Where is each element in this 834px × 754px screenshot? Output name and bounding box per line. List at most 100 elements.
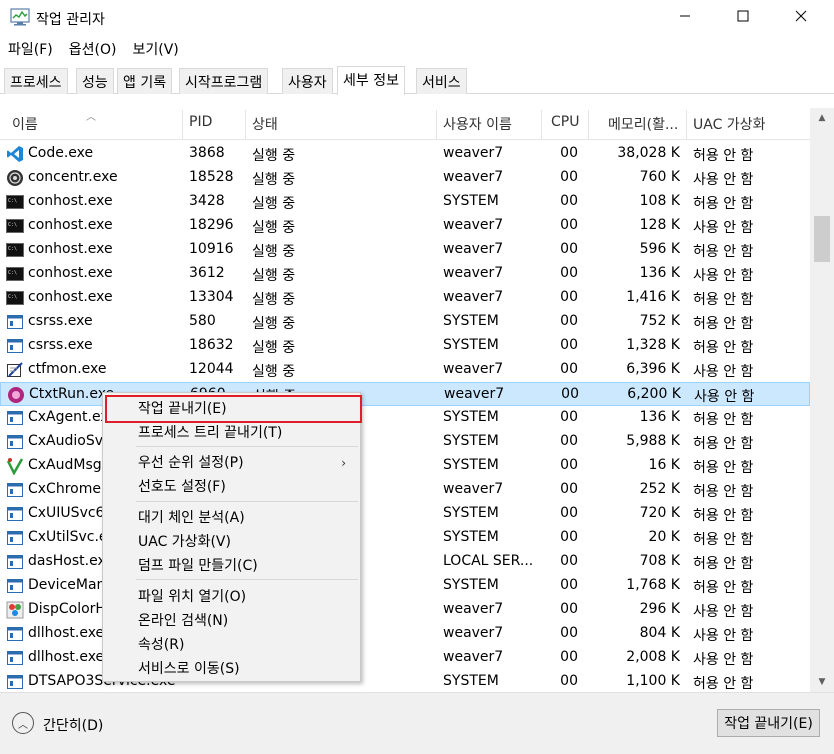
tab-startup[interactable]: 시작프로그램 — [179, 68, 269, 94]
column-divider[interactable] — [182, 110, 183, 140]
svg-text:C:\: C:\ — [8, 198, 17, 204]
column-uac[interactable]: UAC 가상화 — [693, 114, 765, 138]
cell-cpu: 00 — [560, 577, 578, 593]
table-row[interactable]: C:\ conhost.exe 3428 실행 중 SYSTEM 00 108 K 허용 안 … — [0, 190, 810, 214]
cell-cpu: 00 — [560, 289, 578, 305]
tab-app-history[interactable]: 앱 기록 — [117, 68, 173, 94]
menu-separator — [136, 501, 358, 502]
cell-memory: 1,328 K — [626, 337, 680, 353]
scroll-down-icon[interactable]: ▼ — [810, 672, 834, 692]
table-row[interactable]: concentr.exe 18528 실행 중 weaver7 00 760 K 사용 안 … — [0, 166, 810, 190]
column-pid[interactable]: PID — [189, 114, 212, 138]
table-row[interactable]: C:\ conhost.exe 10916 실행 중 weaver7 00 596 K 허용 … — [0, 238, 810, 262]
cell-user: SYSTEM — [443, 193, 499, 209]
cell-uac: 허용 안 함 — [693, 508, 754, 524]
column-divider[interactable] — [686, 110, 687, 140]
end-task-button[interactable]: 작업 끝내기(E) — [717, 709, 820, 737]
maximize-button[interactable] — [720, 0, 766, 36]
cell-memory: 6,396 K — [626, 361, 680, 377]
context-menu-label: UAC 가상화(V) — [138, 534, 231, 550]
context-menu-item[interactable]: 속성(R) — [105, 633, 358, 657]
title-bar: 작업 관리자 — [0, 0, 834, 36]
column-cpu[interactable]: CPU — [551, 114, 579, 138]
window-icon — [6, 409, 24, 427]
cell-user: SYSTEM — [443, 409, 499, 425]
column-divider[interactable] — [245, 110, 246, 140]
cell-memory: 20 K — [648, 529, 680, 545]
column-status[interactable]: 상태 — [252, 114, 278, 138]
cell-memory: 5,988 K — [626, 433, 680, 449]
menu-view[interactable]: 보기(V) — [124, 38, 186, 62]
context-menu-item[interactable]: UAC 가상화(V) — [105, 530, 358, 554]
cell-memory: 1,416 K — [626, 289, 680, 305]
minimize-button[interactable] — [662, 0, 708, 36]
context-menu-item[interactable]: 서비스로 이동(S) — [105, 657, 358, 681]
chevron-up-icon[interactable]: ︿ — [12, 712, 34, 734]
sort-ascending-icon: ︿ — [86, 112, 96, 123]
context-menu-label: 서비스로 이동(S) — [138, 661, 240, 677]
chevron-right-icon: › — [341, 456, 346, 470]
table-row[interactable]: csrss.exe 18632 실행 중 SYSTEM 00 1,328 K 허용 안 함 — [0, 334, 810, 358]
table-row[interactable]: Code.exe 3868 실행 중 weaver7 00 38,028 K 허용 안 함 — [0, 142, 810, 166]
column-divider[interactable] — [588, 110, 589, 140]
window-icon — [6, 529, 24, 547]
tab-processes[interactable]: 프로세스 — [4, 68, 68, 94]
table-row[interactable]: ctfmon.exe 12044 실행 중 weaver7 00 6,396 K 사용 안 … — [0, 358, 810, 382]
window-icon — [6, 505, 24, 523]
console-icon: C:\ — [6, 265, 24, 283]
cell-status: 실행 중 — [252, 292, 296, 308]
cell-user: SYSTEM — [443, 457, 499, 473]
column-header-row: ︿ 이름 PID 상태 사용자 이름 CPU 메모리(활... UAC 가상화 — [0, 110, 810, 140]
cell-user: SYSTEM — [443, 313, 499, 329]
vertical-scrollbar[interactable]: ▲ ▼ — [810, 108, 834, 692]
scroll-up-icon[interactable]: ▲ — [810, 108, 834, 128]
cell-uac: 사용 안 함 — [694, 389, 755, 405]
tab-performance[interactable]: 성능 — [76, 68, 114, 94]
context-menu-item[interactable]: 온라인 검색(N) — [105, 609, 358, 633]
column-divider[interactable] — [436, 110, 437, 140]
menu-options[interactable]: 옵션(O) — [61, 38, 125, 62]
cell-pid: 3428 — [189, 193, 225, 209]
scroll-thumb[interactable] — [814, 216, 830, 262]
window-icon — [6, 433, 24, 451]
cell-status: 실행 중 — [252, 172, 296, 188]
context-menu-item[interactable]: 우선 순위 설정(P) › — [105, 451, 358, 475]
ctxtrun-icon — [7, 386, 25, 404]
window-icon — [6, 313, 24, 331]
cell-user: weaver7 — [443, 625, 504, 641]
cell-status: 실행 중 — [252, 196, 296, 212]
column-user[interactable]: 사용자 이름 — [443, 114, 512, 138]
cell-memory: 1,768 K — [626, 577, 680, 593]
table-row[interactable]: C:\ conhost.exe 3612 실행 중 weaver7 00 136 K 사용 안… — [0, 262, 810, 286]
table-row[interactable]: csrss.exe 580 실행 중 SYSTEM 00 752 K 허용 안 함 — [0, 310, 810, 334]
collapse-label[interactable]: 간단히(D) — [43, 715, 103, 735]
context-menu-label: 덤프 파일 만들기(C) — [138, 558, 258, 574]
context-menu-item[interactable]: 선호도 설정(F) — [105, 475, 358, 499]
window-icon — [6, 625, 24, 643]
column-divider[interactable] — [541, 110, 542, 140]
cell-cpu: 00 — [560, 361, 578, 377]
context-menu-item[interactable]: 덤프 파일 만들기(C) — [105, 554, 358, 578]
cell-uac: 사용 안 함 — [693, 220, 754, 236]
tab-users[interactable]: 사용자 — [282, 68, 333, 94]
close-button[interactable] — [778, 0, 824, 36]
cell-status: 실행 중 — [252, 364, 296, 380]
context-menu-item[interactable]: 대기 체인 분석(A) — [105, 506, 358, 530]
cell-uac: 사용 안 함 — [693, 172, 754, 188]
context-menu-item[interactable]: 파일 위치 열기(O) — [105, 585, 358, 609]
console-icon: C:\ — [6, 289, 24, 307]
table-row[interactable]: C:\ conhost.exe 18296 실행 중 weaver7 00 128 K 사용 … — [0, 214, 810, 238]
column-memory[interactable]: 메모리(활... — [608, 114, 684, 138]
tab-services[interactable]: 서비스 — [416, 68, 467, 94]
cell-user: SYSTEM — [443, 337, 499, 353]
table-row[interactable]: C:\ conhost.exe 13304 실행 중 weaver7 00 1,416 K 허… — [0, 286, 810, 310]
cell-user: SYSTEM — [443, 673, 499, 689]
cell-status: 실행 중 — [252, 316, 296, 332]
cell-memory: 804 K — [639, 625, 680, 641]
menu-file[interactable]: 파일(F) — [0, 38, 61, 62]
cell-uac: 허용 안 함 — [693, 196, 754, 212]
context-menu-item[interactable]: 프로세스 트리 끝내기(T) — [105, 421, 358, 445]
column-name[interactable]: 이름 — [12, 114, 38, 138]
tab-details[interactable]: 세부 정보 — [337, 66, 405, 95]
task-manager-icon — [10, 8, 30, 26]
